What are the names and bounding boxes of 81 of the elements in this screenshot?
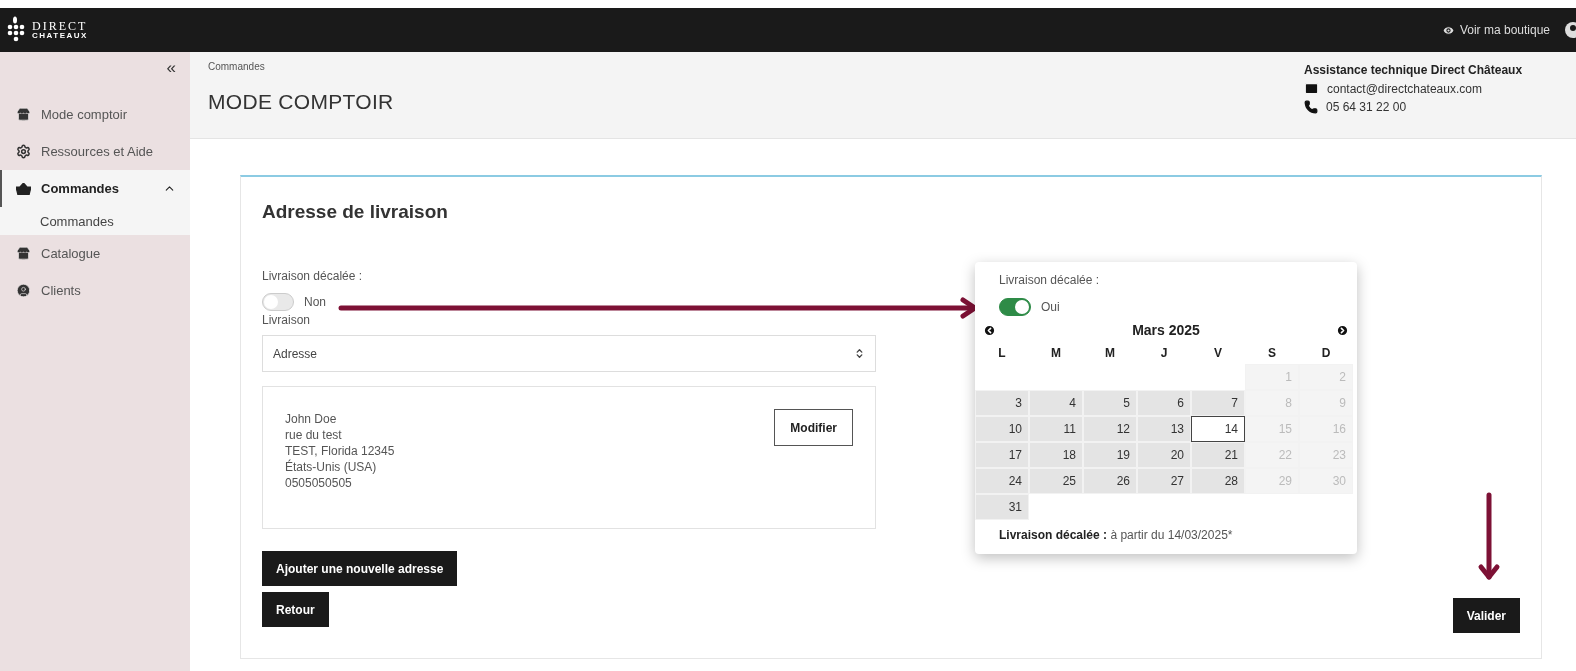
calendar-day: 15 bbox=[1245, 416, 1299, 442]
select-arrows-icon bbox=[854, 348, 865, 359]
weekday-label: L bbox=[997, 345, 1007, 362]
weekday-label: S bbox=[1267, 345, 1277, 362]
phone-icon bbox=[1304, 100, 1318, 114]
calendar-day[interactable]: 13 bbox=[1137, 416, 1191, 442]
eye-icon bbox=[1441, 23, 1455, 37]
month-title: Mars 2025 bbox=[1132, 322, 1200, 338]
toggle-switch[interactable] bbox=[262, 293, 294, 311]
support-phone: 05 64 31 22 00 bbox=[1326, 100, 1407, 114]
calendar-day[interactable]: 7 bbox=[1191, 390, 1245, 416]
calendar-day: 23 bbox=[1299, 442, 1353, 468]
toggle-label: Non bbox=[304, 295, 326, 309]
submit-button[interactable]: Valider bbox=[1452, 598, 1520, 633]
calendar-day[interactable]: 24 bbox=[975, 468, 1029, 494]
sidebar-item[interactable]: Mode comptoir bbox=[0, 96, 190, 133]
calendar-day[interactable]: 27 bbox=[1137, 468, 1191, 494]
calendar-day: 8 bbox=[1245, 390, 1299, 416]
calendar-day[interactable]: 6 bbox=[1137, 390, 1191, 416]
calendar-day[interactable]: 10 bbox=[975, 416, 1029, 442]
support-title: Assistance technique Direct Châteaux bbox=[1304, 63, 1524, 77]
gear-icon bbox=[16, 144, 31, 159]
logo-text: DIRECT bbox=[32, 20, 88, 32]
calendar-day[interactable]: 14 bbox=[1191, 416, 1245, 442]
calendar-day: 2 bbox=[1299, 364, 1353, 390]
calendar-day[interactable]: 31 bbox=[975, 494, 1029, 520]
calendar-day: 29 bbox=[1245, 468, 1299, 494]
sidebar-subitem[interactable]: Commandes bbox=[0, 207, 190, 235]
calendar-day: 22 bbox=[1245, 442, 1299, 468]
calendar-day: 16 bbox=[1299, 416, 1353, 442]
weekday-label: D bbox=[1320, 345, 1332, 362]
sidebar-item[interactable]: Clients bbox=[0, 272, 190, 309]
shop-link[interactable]: Voir ma boutique bbox=[1441, 23, 1550, 37]
grapes-icon bbox=[6, 16, 26, 44]
field-label: Livraison décalée : bbox=[262, 269, 364, 283]
weekday-label: M bbox=[1104, 345, 1116, 362]
store-icon bbox=[16, 246, 31, 261]
calendar-day[interactable]: 18 bbox=[1029, 442, 1083, 468]
weekday-label: J bbox=[1159, 345, 1169, 362]
add-address-button[interactable]: Ajouter une nouvelle adresse bbox=[262, 551, 458, 586]
sidebar-item[interactable]: Catalogue bbox=[0, 235, 190, 272]
calendar-day[interactable]: 12 bbox=[1083, 416, 1137, 442]
page-title: MODE COMPTOIR bbox=[208, 90, 394, 114]
field-label: Livraison bbox=[262, 313, 312, 327]
delivery-select[interactable]: Adresse bbox=[262, 335, 876, 372]
edit-button[interactable]: Modifier bbox=[774, 409, 853, 446]
calendar-day[interactable]: 5 bbox=[1083, 390, 1137, 416]
calendar-day[interactable]: 26 bbox=[1083, 468, 1137, 494]
calendar-day[interactable]: 28 bbox=[1191, 468, 1245, 494]
calendar-day: 30 bbox=[1299, 468, 1353, 494]
basket-icon bbox=[16, 182, 31, 195]
calendar-day[interactable]: 3 bbox=[975, 390, 1029, 416]
calendar-day: 1 bbox=[1245, 364, 1299, 390]
calendar-day: 9 bbox=[1299, 390, 1353, 416]
address-text: John Doe rue du test TEST, Florida 12345 États-Unis (USA) 0505050505 bbox=[285, 411, 395, 492]
back-button[interactable]: Retour bbox=[262, 592, 329, 627]
user-icon[interactable] bbox=[1564, 21, 1576, 39]
support-email: contact@directchateaux.com bbox=[1327, 81, 1482, 96]
calendar-day[interactable]: 17 bbox=[975, 442, 1029, 468]
sidebar-item[interactable]: Commandes bbox=[0, 170, 190, 207]
calendar-day[interactable]: 21 bbox=[1191, 442, 1245, 468]
breadcrumb-link[interactable]: Commandes bbox=[208, 61, 394, 72]
calendar-day[interactable]: 4 bbox=[1029, 390, 1083, 416]
next-month-button[interactable] bbox=[1336, 323, 1349, 337]
field-label: Livraison décalée : bbox=[999, 273, 1100, 287]
toggle-label: Oui bbox=[1041, 300, 1060, 314]
weekday-label: V bbox=[1213, 345, 1223, 362]
weekday-label: M bbox=[1050, 345, 1062, 362]
card-title: Adresse de livraison bbox=[262, 201, 449, 223]
toggle-switch[interactable] bbox=[999, 298, 1031, 316]
calendar-day[interactable]: 19 bbox=[1083, 442, 1137, 468]
delivery-note: Livraison décalée : à partir du 14/03/2025* bbox=[999, 528, 1234, 542]
collapse-button[interactable]: « bbox=[164, 58, 178, 78]
user-icon bbox=[16, 283, 31, 298]
sidebar-item[interactable]: Ressources et Aide bbox=[0, 133, 190, 170]
calendar-day[interactable]: 20 bbox=[1137, 442, 1191, 468]
store-icon bbox=[16, 107, 31, 122]
calendar-day[interactable]: 25 bbox=[1029, 468, 1083, 494]
previous-month-button[interactable] bbox=[983, 323, 996, 337]
calendar-day[interactable]: 11 bbox=[1029, 416, 1083, 442]
logo-text: CHATEAUX bbox=[32, 32, 88, 40]
